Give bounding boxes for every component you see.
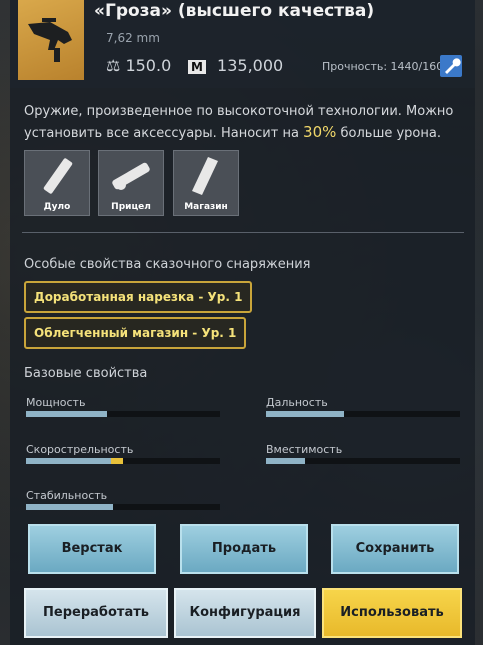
weight-stat: ⚖ 150.0 bbox=[106, 56, 171, 75]
special-property-badge[interactable]: Доработанная нарезка - Ур. 1 bbox=[24, 281, 253, 313]
prop-stability-bar bbox=[26, 504, 220, 510]
prop-range-bar bbox=[266, 411, 460, 417]
special-property-badge[interactable]: Облегченный магазин - Ур. 1 bbox=[24, 317, 247, 349]
currency-icon: M bbox=[188, 60, 206, 74]
firerate-bonus bbox=[111, 458, 123, 464]
weight-value: 150.0 bbox=[125, 56, 172, 75]
price-stat: M 135,000 bbox=[188, 56, 283, 75]
rifle-icon bbox=[28, 18, 72, 62]
base-properties-title: Базовые свойства bbox=[24, 366, 148, 381]
item-title: «Гроза» (высшего качества) bbox=[94, 1, 375, 21]
item-description: Оружие, произведенное по высокоточной те… bbox=[24, 104, 454, 141]
price-value: 135,000 bbox=[217, 56, 284, 75]
prop-firerate-label: Скорострельность bbox=[26, 443, 134, 456]
rework-button[interactable]: Переработать bbox=[24, 588, 168, 638]
slot-muzzle[interactable]: Дуло bbox=[24, 150, 90, 216]
workbench-button[interactable]: Верстак bbox=[28, 524, 156, 574]
save-button[interactable]: Сохранить bbox=[331, 524, 459, 574]
use-button[interactable]: Использовать bbox=[322, 588, 462, 638]
weight-icon: ⚖ bbox=[106, 56, 121, 75]
divider bbox=[22, 232, 464, 233]
prop-capacity-label: Вместимость bbox=[266, 443, 343, 456]
magazine-icon bbox=[192, 157, 218, 195]
sell-button[interactable]: Продать bbox=[180, 524, 308, 574]
repair-button[interactable] bbox=[440, 55, 462, 77]
damage-bonus: 30% bbox=[303, 123, 337, 141]
prop-capacity-bar bbox=[266, 458, 460, 464]
prop-range-label: Дальность bbox=[266, 396, 328, 409]
weapon-thumbnail bbox=[18, 0, 84, 80]
prop-stability-label: Стабильность bbox=[26, 489, 108, 502]
prop-firerate-bar bbox=[26, 458, 220, 464]
scope-icon bbox=[112, 162, 150, 190]
slot-scope[interactable]: Прицел bbox=[98, 150, 164, 216]
special-properties-title: Особые свойства сказочного снаряжения bbox=[24, 257, 311, 272]
prop-power-bar bbox=[26, 411, 220, 417]
prop-power-label: Мощность bbox=[26, 396, 86, 409]
durability-label: Прочность: 1440/1600 bbox=[322, 60, 451, 73]
configuration-button[interactable]: Конфигурация bbox=[174, 588, 316, 638]
item-caliber: 7,62 mm bbox=[106, 31, 160, 45]
slot-magazine[interactable]: Магазин bbox=[173, 150, 239, 216]
muzzle-icon bbox=[43, 158, 73, 194]
wrench-icon bbox=[445, 58, 461, 74]
